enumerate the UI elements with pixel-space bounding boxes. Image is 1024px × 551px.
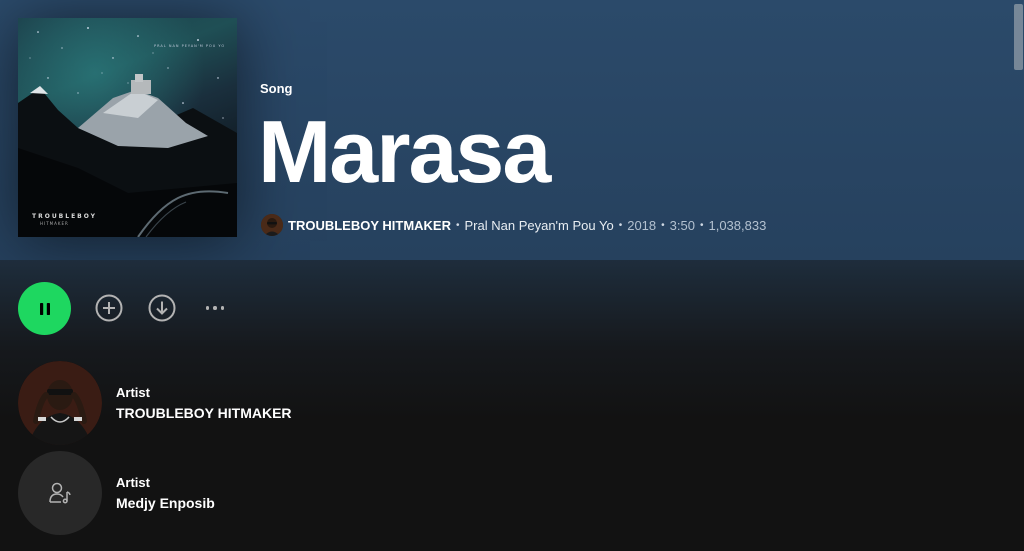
album-cover: PRAL NAN PEYAN'M POU YO TROUBLEBOY HITMA… [18,18,237,237]
artist-placeholder [18,451,102,535]
artist-link[interactable]: TROUBLEBOY HITMAKER [288,218,451,233]
cover-sub-text: HITMAKER [40,221,69,226]
more-dot [220,306,225,310]
separator-dot: • [661,219,665,231]
artist-photo [18,361,102,445]
album-link[interactable]: Pral Nan Peyan'm Pou Yo [465,218,614,233]
separator-dot: • [699,219,704,231]
artist-label: Artist [116,475,150,490]
artist-name[interactable]: Medjy Enposib [116,495,215,511]
artist-row[interactable]: Artist Medjy Enposib [18,449,618,537]
scroll-thumb[interactable] [1014,4,1023,70]
play-count: 1,038,833 [708,217,767,233]
more-horizontal-icon [205,306,210,310]
song-meta: TROUBLEBOY HITMAKER • Pral Nan Peyan'm P… [261,214,766,236]
artist-row[interactable]: Artist TROUBLEBOY HITMAKER [18,359,618,447]
item-type-label: Song [260,81,293,96]
separator-dot: • [618,219,623,231]
artist-label: Artist [116,385,150,400]
add-to-library-button[interactable] [94,293,124,323]
artist-avatar-small[interactable] [261,214,283,236]
pause-icon [39,302,50,315]
artist-name[interactable]: TROUBLEBOY HITMAKER [116,405,292,421]
cover-top-text: PRAL NAN PEYAN'M POU YO [154,44,226,48]
artist-placeholder-icon [49,482,71,504]
cover-brand-text: TROUBLEBOY [32,213,97,220]
download-button[interactable] [147,293,177,323]
scrollbar[interactable] [1012,0,1024,551]
song-title: Marasa [258,102,551,201]
more-options-button[interactable] [200,295,230,321]
song-duration: 3:50 [669,217,695,233]
release-year: 2018 [627,217,657,233]
add-circle-icon [95,294,123,322]
separator-dot: • [455,219,460,231]
more-dot [213,306,217,310]
pause-button[interactable] [18,282,71,335]
download-icon [148,294,176,322]
